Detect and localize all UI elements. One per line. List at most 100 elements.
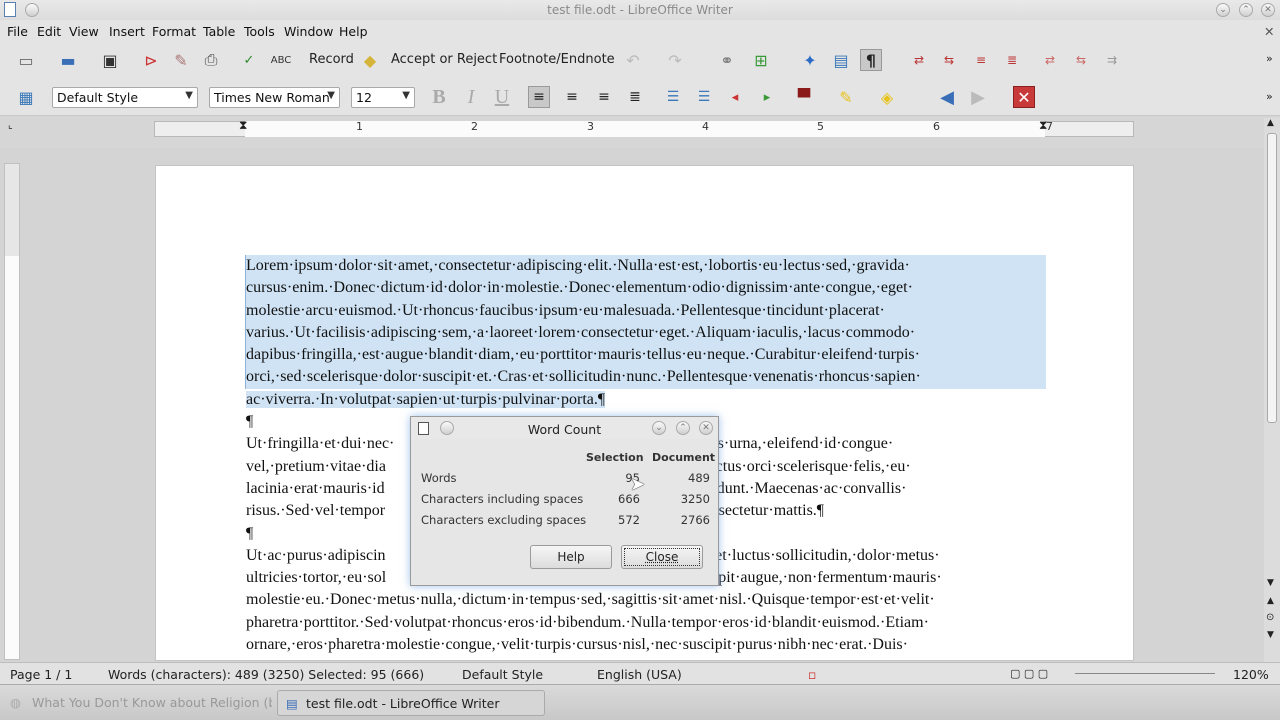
track-changes-icon-1[interactable]: ⇄ bbox=[908, 49, 930, 71]
text-line: pharetra·porttitor.·Sed·volutpat·rhoncus… bbox=[246, 613, 929, 631]
text-line: dapibus·fringilla,·est·augue·blandit·dia… bbox=[246, 344, 1046, 367]
menu-help[interactable]: Help bbox=[339, 24, 368, 39]
gallery-icon[interactable]: ▤ bbox=[830, 49, 852, 71]
close-window-button[interactable]: ✕ bbox=[1261, 3, 1275, 17]
save-icon[interactable]: ▣ bbox=[99, 49, 121, 71]
menu-tools[interactable]: Tools bbox=[244, 24, 275, 39]
navigation-icon[interactable]: ⊙ bbox=[1266, 612, 1274, 623]
toolbar2-overflow-icon[interactable]: » bbox=[1266, 90, 1273, 103]
view-layout-icons[interactable]: ▢ ▢ ▢ bbox=[1010, 667, 1048, 680]
track-changes-icon-5[interactable]: ⇄ bbox=[1039, 49, 1061, 71]
print-icon[interactable]: ⎙ bbox=[200, 49, 222, 71]
export-pdf-icon[interactable]: ⊳ bbox=[140, 49, 162, 71]
page-style-status[interactable]: Default Style bbox=[462, 667, 543, 682]
menu-insert[interactable]: Insert bbox=[109, 24, 145, 39]
help-button[interactable]: Help bbox=[530, 545, 612, 569]
text-line: ornare,·eros·pharetra·molestie·congue,·v… bbox=[246, 636, 908, 654]
spellcheck-icon[interactable]: ✓ bbox=[238, 49, 260, 71]
text-line: orci,·sed·scelerisque·dolor·suscipit·et.… bbox=[246, 366, 1046, 389]
word-count-status[interactable]: Words (characters): 489 (3250) Selected:… bbox=[108, 667, 424, 682]
tab-type-icon[interactable]: ⌞ bbox=[8, 120, 13, 131]
page-count: Page 1 / 1 bbox=[10, 667, 73, 682]
formatting-marks-icon[interactable]: ¶ bbox=[860, 49, 882, 71]
redo-icon[interactable]: ↷ bbox=[664, 49, 686, 71]
underline-icon[interactable]: U bbox=[491, 86, 513, 108]
track-changes-icon-2[interactable]: ⇆ bbox=[938, 49, 960, 71]
zoom-level[interactable]: 120% bbox=[1233, 667, 1269, 682]
track-changes-icon-3[interactable]: ≡ bbox=[970, 49, 992, 71]
record-button[interactable]: Record bbox=[309, 52, 354, 67]
font-size-select[interactable]: 12 ▼ bbox=[351, 87, 415, 108]
font-name-select[interactable]: Times New Roman ▼ bbox=[209, 87, 340, 108]
new-document-icon[interactable]: ▭ bbox=[15, 49, 37, 71]
highlight-icon[interactable]: ✎ bbox=[835, 86, 857, 108]
left-indent-marker[interactable]: ⧗ bbox=[239, 118, 247, 133]
styles-icon[interactable]: ▦ bbox=[15, 86, 37, 108]
accept-reject-button[interactable]: Accept or Reject bbox=[391, 52, 497, 67]
window-title: test file.odt - LibreOffice Writer bbox=[547, 3, 733, 17]
maximize-button[interactable]: ⌃ bbox=[1239, 3, 1253, 17]
track-changes-icon-6[interactable]: ⇆ bbox=[1070, 49, 1092, 71]
footnote-endnote-button[interactable]: Footnote/Endnote bbox=[499, 52, 615, 67]
vertical-ruler[interactable] bbox=[4, 163, 20, 660]
menu-table[interactable]: Table bbox=[203, 24, 235, 39]
scrollbar-thumb[interactable] bbox=[1267, 133, 1277, 423]
vertical-scrollbar[interactable]: ▲ ▼ ▲ ⊙ ▼ bbox=[1264, 118, 1280, 662]
dialog-minimize-button[interactable]: ⌄ bbox=[652, 421, 666, 435]
mouse-cursor-icon: ➤ bbox=[630, 474, 646, 495]
standard-toolbar: ▭ ▬ ▣ ⊳ ✎ ⎙ ✓ ABC Record ◆ Accept or Rej… bbox=[0, 42, 1280, 78]
words-label: Words bbox=[421, 471, 457, 485]
dialog-maximize-button[interactable]: ⌃ bbox=[676, 421, 690, 435]
track-changes-icon-4[interactable]: ≣ bbox=[1001, 49, 1023, 71]
align-center-icon[interactable]: ≡ bbox=[561, 86, 583, 108]
autospellcheck-icon[interactable]: ABC bbox=[270, 49, 292, 71]
insert-table-icon[interactable]: ⊞ bbox=[750, 49, 772, 71]
numbered-list-icon[interactable]: ☰ bbox=[662, 86, 684, 108]
dialog-close-x-button[interactable]: ✕ bbox=[699, 421, 713, 435]
navigator-icon[interactable]: ✦ bbox=[799, 49, 821, 71]
minimize-button[interactable]: ⌄ bbox=[1216, 3, 1230, 17]
previous-icon[interactable]: ◀ bbox=[936, 86, 958, 108]
ruler-tick-label: 3 bbox=[587, 120, 594, 133]
font-color-icon[interactable]: ▀ bbox=[793, 86, 815, 108]
align-right-icon[interactable]: ≡ bbox=[593, 86, 615, 108]
close-document-icon[interactable]: ✕ bbox=[1264, 24, 1274, 39]
next-icon[interactable]: ▶ bbox=[967, 86, 989, 108]
language-status[interactable]: English (USA) bbox=[597, 667, 682, 682]
horizontal-ruler[interactable]: ⌞ ⧗ ⧗ 1 2 3 4 5 6 7 bbox=[0, 116, 1280, 148]
track-changes-icon-7[interactable]: ⇉ bbox=[1101, 49, 1123, 71]
chars-with-spaces-label: Characters including spaces bbox=[421, 492, 584, 506]
prev-page-icon[interactable]: ▲ bbox=[1267, 596, 1274, 606]
open-icon[interactable]: ▬ bbox=[57, 49, 79, 71]
scroll-up-icon[interactable]: ▲ bbox=[1267, 118, 1274, 128]
taskbar-item-browser[interactable]: ◍What You Don't Know about Religion (but… bbox=[4, 690, 272, 716]
menu-view[interactable]: View bbox=[69, 24, 99, 39]
next-page-icon[interactable]: ▼ bbox=[1267, 630, 1274, 640]
menu-edit[interactable]: Edit bbox=[37, 24, 61, 39]
justify-icon[interactable]: ≣ bbox=[624, 86, 646, 108]
close-preview-icon[interactable]: ✕ bbox=[1013, 86, 1035, 108]
menu-file[interactable]: File bbox=[7, 24, 28, 39]
background-color-icon[interactable]: ◈ bbox=[876, 86, 898, 108]
edit-file-icon[interactable]: ✎ bbox=[170, 49, 192, 71]
document-modified-icon: ▫ bbox=[808, 667, 817, 682]
toolbar-overflow-icon[interactable]: » bbox=[1266, 52, 1273, 65]
bullet-list-icon[interactable]: ☰ bbox=[693, 86, 715, 108]
accept-reject-icon[interactable]: ◆ bbox=[359, 49, 381, 71]
bold-icon[interactable]: B bbox=[428, 86, 450, 108]
align-left-icon[interactable]: ≡ bbox=[528, 86, 550, 108]
hyperlink-icon[interactable]: ⚭ bbox=[716, 49, 738, 71]
undo-icon[interactable]: ↶ bbox=[622, 49, 644, 71]
zoom-slider[interactable] bbox=[1075, 673, 1215, 674]
text-line: varius.·Ut·facilisis·adipiscing·sem,·a·l… bbox=[246, 321, 1046, 345]
close-button[interactable]: Close bbox=[621, 545, 703, 569]
title-bar: test file.odt - LibreOffice Writer ⌄ ⌃ ✕ bbox=[0, 0, 1280, 20]
taskbar-item-writer[interactable]: ▤ test file.odt - LibreOffice Writer bbox=[277, 690, 545, 716]
scroll-down-icon[interactable]: ▼ bbox=[1267, 578, 1274, 588]
italic-icon[interactable]: I bbox=[460, 86, 482, 108]
menu-window[interactable]: Window bbox=[284, 24, 333, 39]
paragraph-style-select[interactable]: Default Style ▼ bbox=[52, 87, 198, 108]
menu-format[interactable]: Format bbox=[152, 24, 196, 39]
decrease-indent-icon[interactable]: ◂ bbox=[724, 86, 746, 108]
increase-indent-icon[interactable]: ▸ bbox=[756, 86, 778, 108]
